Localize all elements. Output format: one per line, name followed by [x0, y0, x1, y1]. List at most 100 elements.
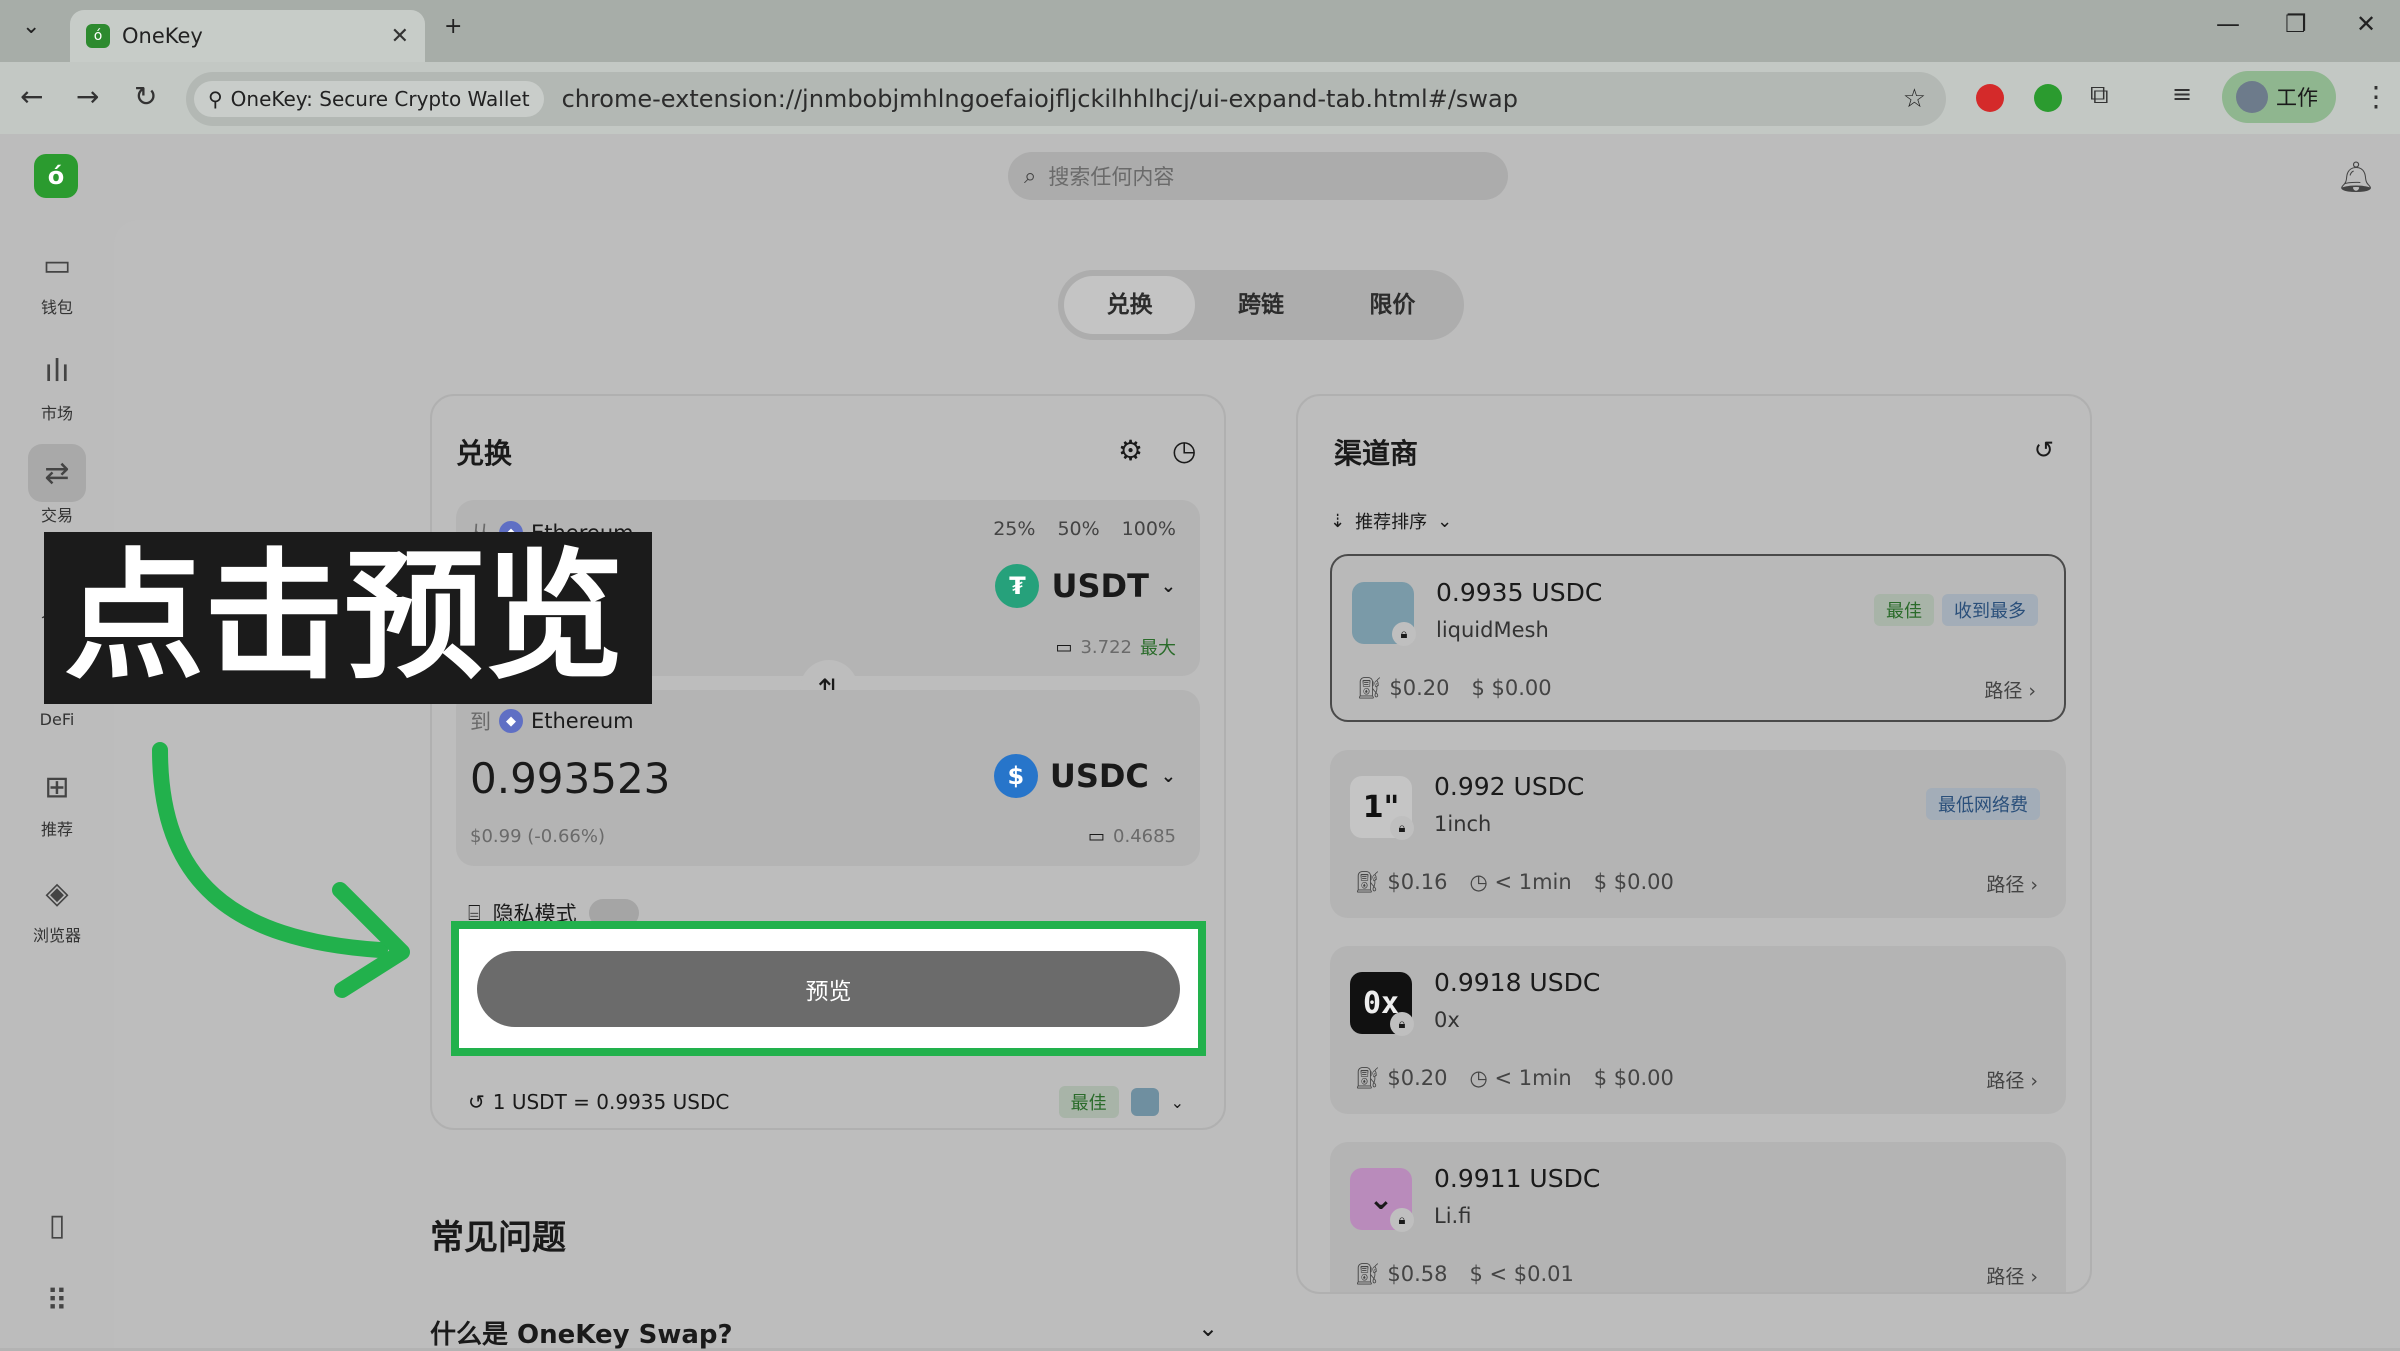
network-fee: $ $0.00: [1593, 1066, 1674, 1090]
max-button[interactable]: 最大: [1140, 634, 1176, 660]
extension-icon: ⚲: [208, 87, 223, 111]
sidebar-item-market[interactable]: ılı 市场: [14, 342, 100, 424]
best-badge: 最佳: [1874, 594, 1934, 626]
provider-row-liquidmesh[interactable]: 🔒︎ 0.9935 USDC liquidMesh 最佳 收到最多 ⛽︎ $0.…: [1330, 554, 2066, 722]
profile-button[interactable]: 工作: [2222, 71, 2336, 123]
provider-name: liquidMesh: [1436, 618, 1549, 642]
preview-button[interactable]: 预览: [477, 951, 1180, 1027]
onekey-favicon: ó: [86, 24, 110, 48]
providers-title: 渠道商: [1334, 437, 1419, 470]
provider-name: 0x: [1434, 1008, 1460, 1032]
percent-50-button[interactable]: 50%: [1057, 518, 1099, 540]
provider-row-lifi[interactable]: ⌄ 🔒︎ 0.9911 USDC Li.fi ⛽︎ $0.58 $ < $0.0…: [1330, 1142, 2066, 1292]
sidebar-item-label: 市场: [40, 404, 73, 423]
forward-icon[interactable]: →: [76, 80, 99, 113]
sidebar-item-label: DeFi: [39, 710, 75, 729]
gas-fee: ⛽︎ $0.16: [1354, 870, 1448, 894]
minimize-icon[interactable]: —: [2216, 10, 2240, 38]
close-tab-icon[interactable]: ✕: [391, 24, 409, 49]
wallet-balance-icon: ▭: [1055, 636, 1073, 658]
history-clock-icon[interactable]: ◷: [1172, 434, 1196, 467]
tab-search-icon[interactable]: ⌄: [22, 14, 40, 39]
browser-tab[interactable]: ó OneKey ✕: [70, 10, 425, 62]
gift-icon: ⊞: [44, 769, 70, 805]
grid-icon: ⠿: [46, 1283, 68, 1319]
lock-icon: 🔒︎: [1390, 1012, 1414, 1036]
preview-highlight-box: 预览: [451, 921, 1206, 1056]
provider-name: 1inch: [1434, 812, 1492, 836]
tab-swap[interactable]: 兑换: [1064, 276, 1196, 334]
chevron-down-icon: ⌄: [1160, 575, 1176, 597]
red-extension-icon[interactable]: [1976, 84, 2004, 112]
percent-100-button[interactable]: 100%: [1122, 518, 1176, 540]
provider-value: 0.992 USDC: [1434, 772, 1585, 801]
provider-row-1inch[interactable]: 1" 🔒︎ 0.992 USDC 1inch 最低网络费 ⛽︎ $0.16 ◷ …: [1330, 750, 2066, 918]
swap-mode-tabs: 兑换 跨链 限价: [1058, 270, 1464, 340]
to-label: 到: [470, 710, 491, 734]
most-received-badge: 收到最多: [1942, 594, 2038, 626]
chevron-down-icon[interactable]: ⌄: [1198, 1314, 1218, 1342]
provider-value: 0.9911 USDC: [1434, 1164, 1601, 1193]
tab-limit[interactable]: 限价: [1327, 276, 1458, 334]
onekey-logo[interactable]: ó: [34, 154, 78, 198]
swap-title: 兑换: [456, 437, 513, 470]
notification-bell-icon[interactable]: 🔔︎: [2337, 160, 2375, 195]
media-control-icon[interactable]: ≡: [2172, 80, 2192, 108]
sidebar-item-trade[interactable]: ⇄ 交易: [14, 444, 100, 526]
sort-selector[interactable]: ⇣ 推荐排序 ⌄: [1330, 508, 1452, 534]
url-text[interactable]: chrome-extension://jnmbobjmhlngoefaiojfl…: [562, 85, 1518, 113]
bookmark-star-icon[interactable]: ☆: [1903, 84, 1926, 114]
percent-25-button[interactable]: 25%: [993, 518, 1035, 540]
refresh-icon[interactable]: ↺: [2034, 436, 2054, 464]
close-window-icon[interactable]: ✕: [2356, 10, 2376, 38]
avatar: [2236, 81, 2268, 113]
usdt-icon: ₮: [995, 564, 1040, 608]
chevron-down-icon: ⌄: [1160, 765, 1176, 787]
wallet-balance-icon: ▭: [1088, 826, 1106, 847]
profile-label: 工作: [2276, 86, 2318, 110]
restore-icon[interactable]: ❐: [2285, 10, 2307, 38]
menu-kebab-icon[interactable]: ⋮: [2362, 80, 2390, 113]
tab-bridge[interactable]: 跨链: [1195, 276, 1326, 334]
sidebar-item-wallet[interactable]: ▭ 钱包: [14, 236, 100, 318]
phone-icon: ▯: [48, 1207, 66, 1243]
chevron-down-icon[interactable]: ⌄: [1171, 1093, 1184, 1112]
exchange-rate: 1 USDT = 0.9935 USDC: [492, 1090, 730, 1114]
settings-sliders-icon[interactable]: ⚙: [1118, 434, 1143, 467]
device-button[interactable]: ▯: [14, 1196, 100, 1254]
from-token: USDT: [1051, 567, 1149, 605]
provider-name: Li.fi: [1434, 1204, 1472, 1228]
onekey-extension-icon[interactable]: [2034, 84, 2062, 112]
swap-arrows-icon: ⇄: [28, 444, 86, 502]
address-bar[interactable]: ⚲ OneKey: Secure Crypto Wallet chrome-ex…: [186, 72, 1946, 126]
provider-row-0x[interactable]: 0x 🔒︎ 0.9918 USDC 0x ⛽︎ $0.20 ◷ < 1min $…: [1330, 946, 2066, 1114]
sidebar-item-referral[interactable]: ⊞ 推荐: [14, 758, 100, 840]
to-fiat-value: $0.99 (-0.66%): [470, 826, 605, 847]
route-link[interactable]: 路径 ›: [1986, 1262, 2038, 1289]
sidebar-item-browser[interactable]: ◈ 浏览器: [14, 864, 100, 946]
refresh-icon[interactable]: ↺: [468, 1090, 485, 1114]
new-tab-icon[interactable]: +: [444, 14, 462, 39]
from-token-selector[interactable]: ₮ USDT ⌄: [995, 564, 1176, 608]
site-info-chip[interactable]: ⚲ OneKey: Secure Crypto Wallet: [194, 81, 544, 117]
route-link[interactable]: 路径 ›: [1986, 870, 2038, 897]
chevron-down-icon: ⌄: [1437, 510, 1453, 532]
network-fee: $ $0.00: [1593, 870, 1674, 894]
lock-icon: 🔒︎: [1392, 622, 1416, 646]
route-link[interactable]: 路径 ›: [1986, 1066, 2038, 1093]
reload-icon[interactable]: ↻: [134, 80, 157, 113]
apps-grid-button[interactable]: ⠿: [14, 1272, 100, 1330]
to-token-selector[interactable]: $ USDC ⌄: [993, 754, 1176, 798]
estimated-time: ◷ < 1min: [1469, 1066, 1572, 1090]
puzzle-extensions-icon[interactable]: ⧉: [2090, 80, 2109, 111]
sidebar-item-label: 浏览器: [32, 926, 81, 945]
to-network[interactable]: Ethereum: [531, 709, 634, 733]
back-icon[interactable]: ←: [20, 80, 43, 113]
route-link[interactable]: 路径 ›: [1984, 676, 2036, 703]
faq-title: 常见问题: [430, 1218, 566, 1258]
to-balance: 0.4685: [1113, 826, 1176, 847]
to-amount[interactable]: 0.993523: [470, 754, 670, 803]
search-input[interactable]: ⌕ 搜索任何内容: [1008, 152, 1508, 200]
lowest-network-fee-badge: 最低网络费: [1926, 788, 2040, 820]
faq-question[interactable]: 什么是 OneKey Swap?: [430, 1314, 733, 1351]
